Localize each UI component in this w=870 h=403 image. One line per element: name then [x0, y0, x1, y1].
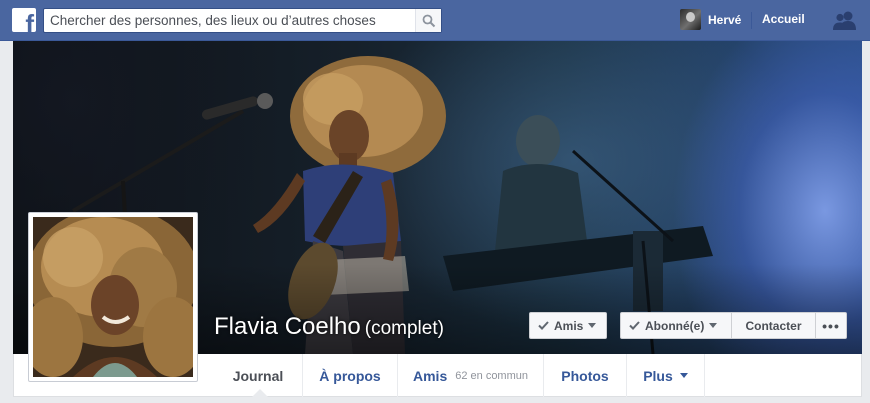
profile-name-suffix: (complet): [364, 318, 444, 339]
tab-more[interactable]: Plus: [627, 354, 705, 397]
profile-name[interactable]: Flavia Coelho (complet): [214, 313, 444, 341]
more-dots-icon: •••: [822, 317, 840, 334]
friends-button[interactable]: Amis: [529, 312, 607, 339]
message-button[interactable]: Contacter: [731, 312, 816, 339]
tab-label: Plus: [643, 367, 673, 384]
profile-name-text: Flavia Coelho: [214, 313, 361, 340]
home-link[interactable]: Accueil: [762, 12, 805, 26]
search-button[interactable]: [415, 9, 441, 32]
tab-photos[interactable]: Photos: [544, 354, 627, 397]
search-box: [43, 8, 442, 33]
active-tab-indicator: [252, 389, 268, 397]
profile-picture[interactable]: [28, 212, 198, 382]
tab-label: Journal: [232, 367, 284, 384]
tab-friends[interactable]: Amis 62 en commun: [398, 354, 544, 397]
chevron-down-icon: [588, 323, 597, 328]
search-input[interactable]: [50, 12, 410, 29]
friends-button-label: Amis: [554, 318, 584, 333]
user-avatar: [680, 9, 701, 30]
tab-label: À propos: [319, 367, 381, 384]
nav-divider: [751, 12, 752, 29]
user-name: Hervé: [708, 12, 742, 27]
following-button-label: Abonné(e): [645, 318, 705, 333]
tab-about[interactable]: À propos: [303, 354, 398, 397]
chevron-down-icon: [679, 373, 688, 378]
tab-label: Amis: [413, 367, 448, 384]
profile-picture-image: [33, 217, 193, 377]
search-icon: [422, 14, 436, 28]
message-button-label: Contacter: [745, 318, 802, 333]
top-navigation-bar: f Hervé Accueil: [0, 0, 870, 41]
following-button[interactable]: Abonné(e): [620, 312, 732, 339]
mutual-friends-count: 62 en commun: [455, 369, 528, 382]
tab-label: Photos: [561, 367, 609, 384]
facebook-logo[interactable]: f: [12, 8, 36, 32]
friends-requests-icon[interactable]: [832, 10, 858, 30]
check-icon: [538, 321, 549, 330]
profile-link[interactable]: Hervé: [680, 9, 741, 30]
check-icon: [629, 321, 640, 330]
facebook-logo-letter: f: [25, 9, 34, 32]
chevron-down-icon: [709, 323, 718, 328]
more-options-button[interactable]: •••: [815, 312, 847, 339]
